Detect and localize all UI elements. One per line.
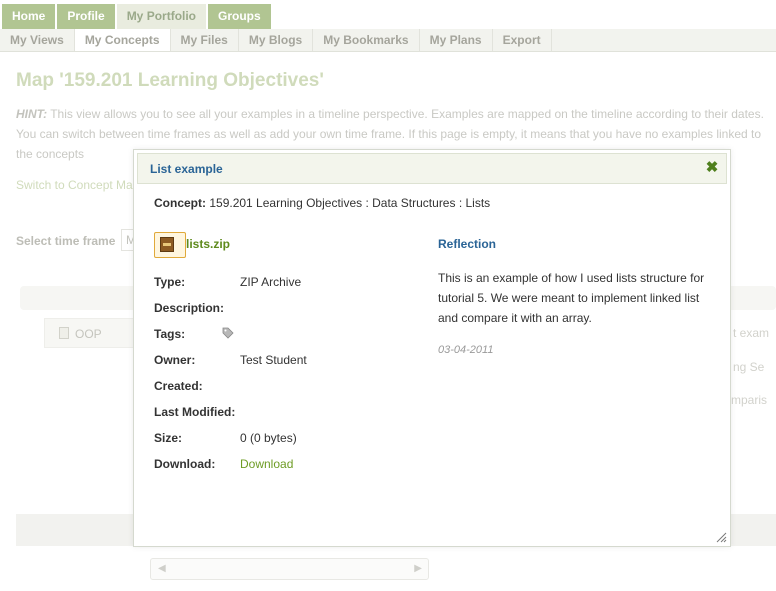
page-title: Map '159.201 Learning Objectives': [16, 70, 324, 91]
tab-profile[interactable]: Profile: [57, 4, 115, 29]
reflection-title: Reflection: [438, 237, 497, 251]
hint-label: HINT:: [16, 107, 48, 121]
subtab-export[interactable]: Export: [493, 29, 552, 51]
subtab-my-views[interactable]: My Views: [0, 29, 75, 51]
size-value: 0 (0 bytes): [240, 431, 297, 445]
dialog-title: List example: [150, 162, 223, 176]
dialog-header: List example ✖: [137, 153, 727, 184]
concept-value: 159.201 Learning Objectives : Data Struc…: [209, 196, 491, 210]
description-label: Description:: [154, 301, 225, 315]
last-modified-label: Last Modified:: [154, 405, 236, 419]
timeline-item-partial[interactable]: mparis: [731, 393, 767, 407]
reflection-date: 03-04-2011: [438, 344, 494, 356]
download-link[interactable]: Download: [240, 457, 293, 471]
example-dialog: List example ✖ Concept: 159.201 Learning…: [133, 149, 731, 547]
tab-home[interactable]: Home: [2, 4, 56, 29]
subtab-my-files[interactable]: My Files: [171, 29, 239, 51]
subtab-my-blogs[interactable]: My Blogs: [239, 29, 314, 51]
subtab-my-bookmarks[interactable]: My Bookmarks: [313, 29, 420, 51]
resize-grip-icon[interactable]: [716, 532, 727, 543]
tab-groups[interactable]: Groups: [208, 4, 271, 29]
horizontal-scrollbar[interactable]: ◀ ▶: [150, 558, 429, 580]
download-label: Download:: [154, 457, 216, 471]
timeline-item-partial[interactable]: t exam: [733, 326, 769, 340]
file-name-link[interactable]: lists.zip: [186, 237, 230, 251]
scroll-left-icon[interactable]: ◀: [158, 563, 166, 574]
concept-label: Concept:: [154, 196, 206, 210]
tab-my-portfolio[interactable]: My Portfolio: [116, 4, 207, 29]
type-label: Type:: [154, 275, 186, 289]
created-label: Created:: [154, 379, 203, 393]
timeline-item-partial[interactable]: ng Se: [733, 360, 764, 374]
owner-label: Owner:: [154, 353, 196, 367]
scroll-right-icon[interactable]: ▶: [414, 563, 422, 574]
concept-line: Concept: 159.201 Learning Objectives : D…: [154, 196, 490, 210]
subtab-my-plans[interactable]: My Plans: [420, 29, 493, 51]
type-value: ZIP Archive: [240, 275, 302, 289]
subtab-my-concepts[interactable]: My Concepts: [74, 29, 171, 51]
tag-icon: [222, 327, 234, 339]
owner-value: Test Student: [240, 353, 307, 367]
reflection-text: This is an example of how I used lists s…: [438, 271, 705, 325]
document-icon: [59, 327, 69, 339]
timeline-item-label: OOP: [75, 327, 102, 341]
main-nav: Home Profile My Portfolio Groups: [2, 4, 273, 29]
zip-file-icon[interactable]: [154, 232, 186, 258]
switch-to-concept-map-link[interactable]: Switch to Concept Ma: [16, 178, 133, 192]
size-label: Size:: [154, 431, 183, 445]
time-frame-label: Select time frame: [16, 234, 116, 248]
close-icon[interactable]: ✖: [705, 160, 719, 176]
sub-nav: My Views My Concepts My Files My Blogs M…: [0, 29, 776, 52]
